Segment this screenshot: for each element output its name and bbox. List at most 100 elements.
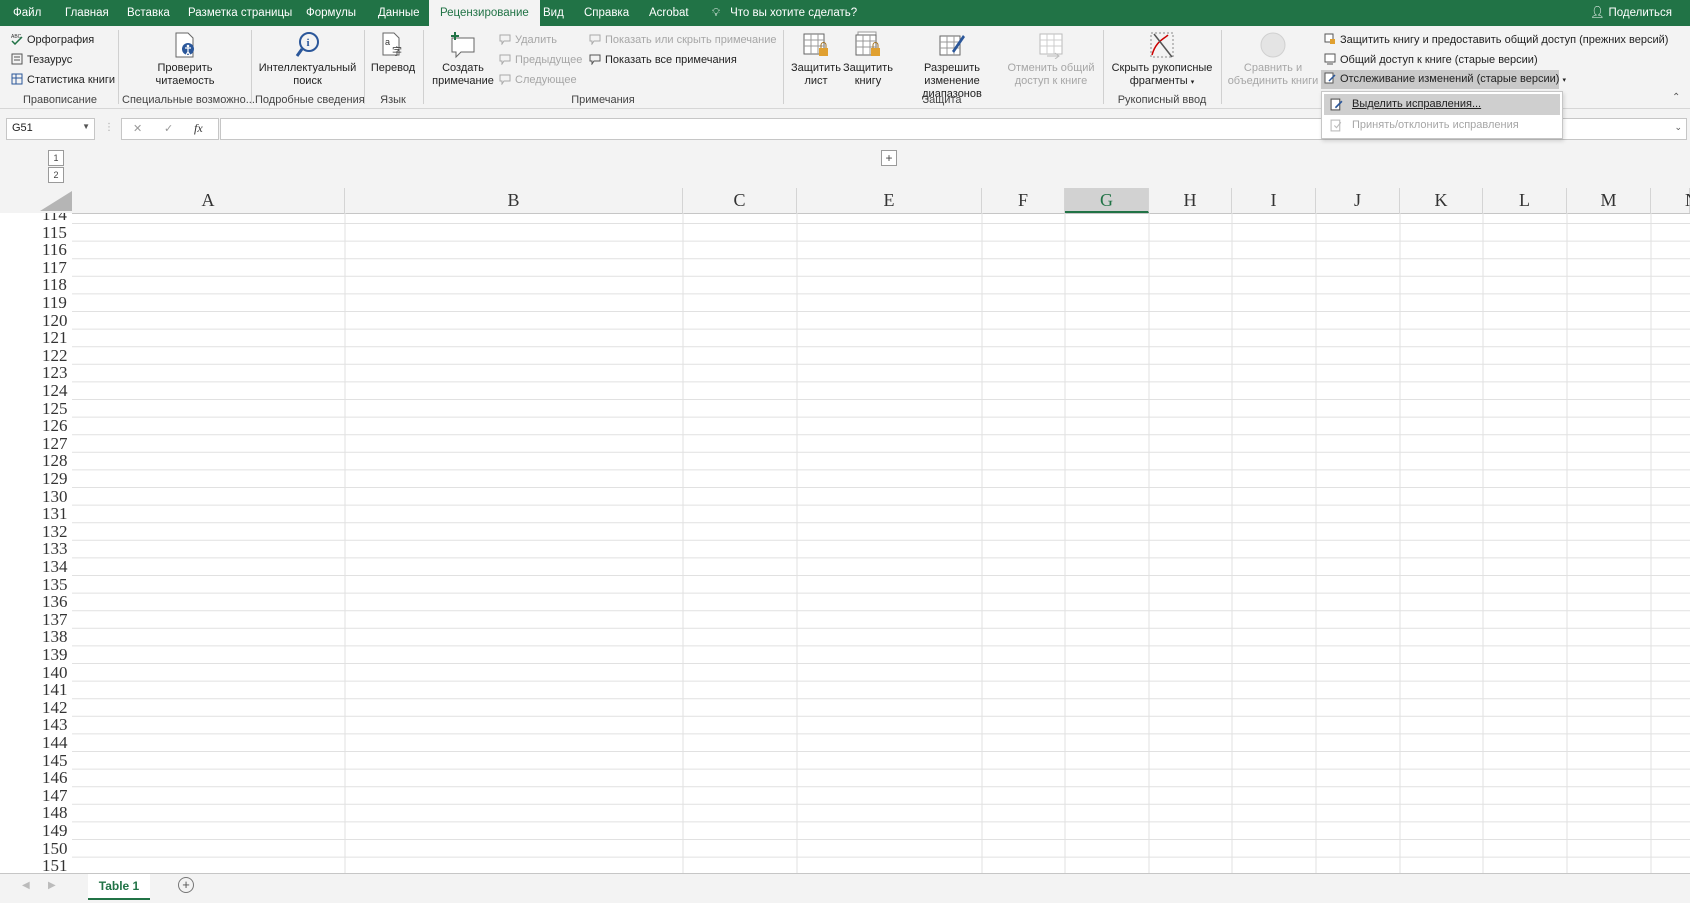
protect-sheet-button[interactable]: Защитить лист [788,31,844,88]
share-button[interactable]: 👤︎ Поделиться [1590,0,1672,26]
outline-row-level-2[interactable]: 2 [48,167,64,183]
collapse-ribbon-icon[interactable]: ⌃ [1672,92,1680,103]
row-header[interactable]: 122 [0,347,72,365]
chevron-down-icon[interactable]: ⌄ [1674,122,1682,133]
column-header-h[interactable]: H [1149,188,1232,213]
column-header-e[interactable]: E [797,188,982,213]
row-header[interactable]: 124 [0,382,72,400]
column-header-k[interactable]: K [1400,188,1483,213]
protect-share-legacy-button[interactable]: Защитить книгу и предоставить общий дост… [1324,33,1668,46]
row-header[interactable]: 135 [0,576,72,594]
row-header[interactable]: 130 [0,488,72,506]
highlight-changes-item[interactable]: Выделить исправления... [1324,94,1560,115]
thesaurus-button[interactable]: Тезаурус [11,53,72,66]
name-box[interactable]: G51 ▼ [6,118,95,140]
row-header[interactable]: 119 [0,294,72,312]
row-header[interactable]: 117 [0,259,72,277]
row-header[interactable]: 128 [0,452,72,470]
tab-file[interactable]: Файл [13,0,41,26]
row-header[interactable]: 118 [0,276,72,294]
row-header[interactable]: 147 [0,787,72,805]
column-header-c[interactable]: C [683,188,797,213]
hide-ink-button[interactable]: Скрыть рукописные фрагменты ▾ [1107,31,1217,89]
row-header[interactable]: 123 [0,364,72,382]
row-header[interactable]: 150 [0,840,72,858]
check-accessibility-button[interactable]: Проверить читаемость [130,31,240,88]
row-header[interactable]: 146 [0,769,72,787]
insert-function-icon[interactable]: fx [194,121,203,136]
row-header[interactable]: 143 [0,716,72,734]
column-header-m[interactable]: M [1567,188,1651,213]
show-all-comments-button[interactable]: Показать все примечания [589,53,737,66]
expand-group-icon[interactable]: + [881,150,897,166]
spelling-button[interactable]: ABC Орфография [11,33,94,46]
tab-data[interactable]: Данные [378,0,420,26]
column-header-j[interactable]: J [1316,188,1400,213]
row-header[interactable]: 139 [0,646,72,664]
cancel-icon[interactable]: ✕ [133,122,142,135]
track-changes-legacy-button[interactable]: Отслеживание изменений (старые версии) ▾ [1321,70,1566,89]
row-header[interactable]: 115 [0,224,72,242]
select-all-button[interactable] [40,191,72,211]
row-header[interactable]: 120 [0,312,72,330]
row-header[interactable]: 144 [0,734,72,752]
tab-acrobat[interactable]: Acrobat [649,0,689,26]
scroll-left-icon[interactable]: ◀ [22,880,30,891]
accept-reject-changes-item[interactable]: Принять/отклонить исправления [1324,115,1560,136]
row-header[interactable]: 140 [0,664,72,682]
scroll-right-icon[interactable]: ▶ [48,880,56,891]
row-header[interactable]: 141 [0,681,72,699]
row-header[interactable]: 136 [0,593,72,611]
protect-workbook-button[interactable]: Защитить книгу [840,31,896,88]
row-header[interactable]: 116 [0,241,72,259]
tab-formulas[interactable]: Формулы [306,0,356,26]
tell-me-box[interactable]: 💡︎ Что вы хотите сделать? [712,0,857,26]
row-header[interactable]: 137 [0,611,72,629]
row-header[interactable]: 133 [0,540,72,558]
compare-merge-button[interactable]: Сравнить и объединить книги [1224,31,1322,88]
row-header[interactable]: 126 [0,417,72,435]
add-sheet-icon[interactable]: + [178,877,194,893]
workbook-stats-button[interactable]: Статистика книги [11,73,115,86]
column-header-g[interactable]: G [1065,188,1149,213]
row-header[interactable]: 132 [0,523,72,541]
tab-review[interactable]: Рецензирование [429,0,540,26]
row-header[interactable]: 121 [0,329,72,347]
row-header[interactable]: 142 [0,699,72,717]
row-header[interactable]: 131 [0,505,72,523]
tab-page-layout[interactable]: Разметка страницы [188,0,292,26]
show-hide-comment-button[interactable]: Показать или скрыть примечание [589,33,776,46]
smart-lookup-button[interactable]: i Интеллектуальный поиск [255,31,360,88]
column-header-b[interactable]: B [345,188,683,213]
column-header-n[interactable]: N [1651,188,1690,213]
column-header-f[interactable]: F [982,188,1065,213]
outline-row-level-1[interactable]: 1 [48,150,64,166]
row-header[interactable]: 114 [0,213,72,224]
new-comment-button[interactable]: Создать примечание [428,31,498,88]
unshare-workbook-button[interactable]: Отменить общий доступ к книге [1005,31,1097,88]
row-header[interactable]: 151 [0,857,72,873]
next-comment-button[interactable]: Следующее [499,73,577,86]
enter-icon[interactable]: ✓ [164,122,173,135]
row-header[interactable]: 138 [0,628,72,646]
tab-home[interactable]: Главная [65,0,109,26]
row-header[interactable]: 134 [0,558,72,576]
chevron-down-icon[interactable]: ▼ [82,122,90,131]
column-header-l[interactable]: L [1483,188,1567,213]
tab-insert[interactable]: Вставка [127,0,170,26]
allow-edit-ranges-button[interactable]: Разрешить изменение диапазонов [896,31,1008,101]
translate-button[interactable]: a字 Перевод [368,31,418,75]
row-header[interactable]: 148 [0,804,72,822]
row-header[interactable]: 127 [0,435,72,453]
previous-comment-button[interactable]: Предыдущее [499,53,582,66]
row-header[interactable]: 149 [0,822,72,840]
share-workbook-legacy-button[interactable]: Общий доступ к книге (старые версии) [1324,53,1538,66]
tab-help[interactable]: Справка [584,0,629,26]
delete-comment-button[interactable]: Удалить [499,33,557,46]
row-header[interactable]: 145 [0,752,72,770]
column-header-a[interactable]: A [72,188,345,213]
sheet-tab-table-1[interactable]: Table 1 [88,874,150,900]
row-header[interactable]: 125 [0,400,72,418]
row-header[interactable]: 129 [0,470,72,488]
column-header-i[interactable]: I [1232,188,1316,213]
